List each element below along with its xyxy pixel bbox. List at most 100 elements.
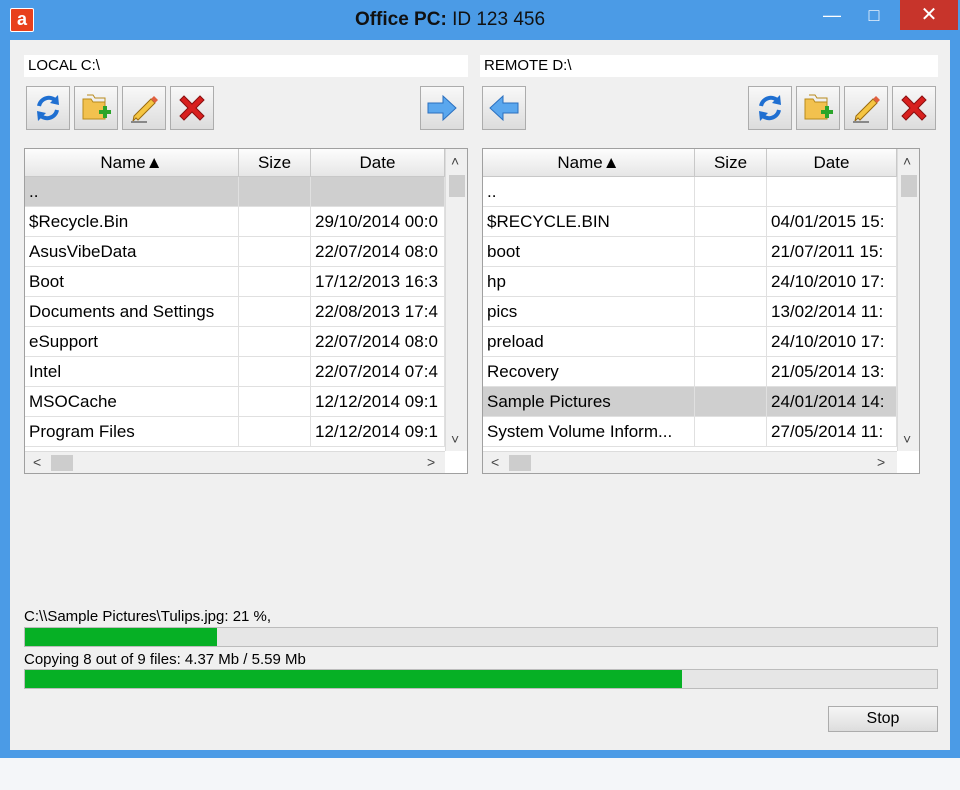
local-cell-size <box>239 237 311 267</box>
local-file-row[interactable]: $Recycle.Bin 29/10/2014 00:0 <box>25 207 445 237</box>
new-folder-icon <box>801 91 835 125</box>
scroll-up-arrow[interactable]: ˄ <box>451 153 459 169</box>
remote-file-row[interactable]: preload 24/10/2010 17: <box>483 327 897 357</box>
local-cell-date: 22/07/2014 07:4 <box>311 357 445 387</box>
remote-col-name[interactable]: Name▲ <box>483 149 695 177</box>
local-file-row[interactable]: Boot 17/12/2013 16:3 <box>25 267 445 297</box>
local-cell-name: Documents and Settings <box>25 297 239 327</box>
window-title-pc: Office PC: <box>354 9 447 30</box>
remote-cell-size <box>695 417 767 447</box>
local-file-row[interactable]: Documents and Settings 22/08/2013 17:4 <box>25 297 445 327</box>
remote-path-label: REMOTE D:\ <box>480 55 938 77</box>
remote-file-row[interactable]: boot 21/07/2011 15: <box>483 237 897 267</box>
local-vertical-scrollbar[interactable]: ˄ ˅ <box>445 149 467 451</box>
local-hscroll-thumb[interactable] <box>51 455 73 471</box>
close-window-button[interactable]: ✕ <box>900 0 958 30</box>
local-cell-size <box>239 357 311 387</box>
local-cell-size <box>239 417 311 447</box>
local-cell-date: 12/12/2014 09:1 <box>311 387 445 417</box>
remote-file-row[interactable]: .. <box>483 177 897 207</box>
total-progress-status: Copying 8 out of 9 files: 4.37 Mb / 5.59… <box>24 651 306 668</box>
local-cell-name: AsusVibeData <box>25 237 239 267</box>
remote-vscroll-thumb[interactable] <box>901 175 917 197</box>
local-col-name[interactable]: Name▲ <box>25 149 239 177</box>
local-file-row[interactable]: AsusVibeData 22/07/2014 08:0 <box>25 237 445 267</box>
scroll-left-arrow[interactable]: < <box>491 454 499 470</box>
local-file-row[interactable]: Program Files 12/12/2014 09:1 <box>25 417 445 447</box>
local-file-row[interactable]: MSOCache 12/12/2014 09:1 <box>25 387 445 417</box>
upload-button[interactable] <box>420 86 464 130</box>
remote-col-date[interactable]: Date <box>767 149 897 177</box>
remote-cell-name: preload <box>483 327 695 357</box>
remote-cell-size <box>695 207 767 237</box>
local-cell-size <box>239 267 311 297</box>
local-cell-name: Program Files <box>25 417 239 447</box>
remote-file-row[interactable]: System Volume Inform... 27/05/2014 11: <box>483 417 897 447</box>
remote-file-row[interactable]: Sample Pictures 24/01/2014 14: <box>483 387 897 417</box>
remote-cell-date <box>767 177 897 207</box>
local-new-folder-button[interactable] <box>74 86 118 130</box>
local-cell-name: Intel <box>25 357 239 387</box>
remote-delete-button[interactable] <box>892 86 936 130</box>
remote-new-folder-button[interactable] <box>796 86 840 130</box>
local-delete-button[interactable] <box>170 86 214 130</box>
total-progress-fill <box>25 670 682 688</box>
local-cell-size <box>239 297 311 327</box>
remote-cell-date: 24/01/2014 14: <box>767 387 897 417</box>
local-file-row[interactable]: Intel 22/07/2014 07:4 <box>25 357 445 387</box>
remote-cell-size <box>695 237 767 267</box>
refresh-icon <box>753 91 787 125</box>
local-file-list[interactable]: Name▲ Size Date .. $Recycle.Bin 29/10/2014… <box>24 148 468 474</box>
download-arrow-left-icon <box>487 91 521 125</box>
scroll-down-arrow[interactable]: ˅ <box>903 431 911 447</box>
rename-pencil-icon <box>127 91 161 125</box>
refresh-icon <box>31 91 65 125</box>
local-col-size[interactable]: Size <box>239 149 311 177</box>
total-progress-bar <box>24 669 938 689</box>
local-cell-name: $Recycle.Bin <box>25 207 239 237</box>
remote-file-row[interactable]: pics 13/02/2014 11: <box>483 297 897 327</box>
local-vscroll-thumb[interactable] <box>449 175 465 197</box>
local-cell-name: Boot <box>25 267 239 297</box>
remote-file-list[interactable]: Name▲ Size Date .. $RECYCLE.BIN 04/01/2015… <box>482 148 920 474</box>
app-window: a Office PC: ID 123 456 — □ ✕ LOCAL C:\ <box>0 0 960 758</box>
scroll-right-arrow[interactable]: > <box>877 454 885 470</box>
local-cell-name: MSOCache <box>25 387 239 417</box>
remote-cell-name: boot <box>483 237 695 267</box>
stop-button[interactable]: Stop <box>828 706 938 732</box>
remote-col-size[interactable]: Size <box>695 149 767 177</box>
file-progress-bar <box>24 627 938 647</box>
local-col-date[interactable]: Date <box>311 149 445 177</box>
remote-horizontal-scrollbar[interactable]: < > <box>483 451 897 473</box>
remote-refresh-button[interactable] <box>748 86 792 130</box>
maximize-button[interactable]: □ <box>856 0 892 30</box>
local-file-row[interactable]: eSupport 22/07/2014 08:0 <box>25 327 445 357</box>
local-file-row[interactable]: .. <box>25 177 445 207</box>
upload-arrow-right-icon <box>425 91 459 125</box>
local-refresh-button[interactable] <box>26 86 70 130</box>
remote-cell-size <box>695 327 767 357</box>
remote-cell-size <box>695 297 767 327</box>
remote-rename-button[interactable] <box>844 86 888 130</box>
minimize-button[interactable]: — <box>814 0 850 30</box>
local-horizontal-scrollbar[interactable]: < > <box>25 451 445 473</box>
download-button[interactable] <box>482 86 526 130</box>
remote-file-row[interactable]: hp 24/10/2010 17: <box>483 267 897 297</box>
local-rename-button[interactable] <box>122 86 166 130</box>
file-progress-fill <box>25 628 217 646</box>
remote-file-row[interactable]: $RECYCLE.BIN 04/01/2015 15: <box>483 207 897 237</box>
remote-cell-name: System Volume Inform... <box>483 417 695 447</box>
scroll-down-arrow[interactable]: ˅ <box>451 431 459 447</box>
remote-cell-size <box>695 357 767 387</box>
window-title: Office PC: ID 123 456 <box>0 9 900 31</box>
remote-cell-name: $RECYCLE.BIN <box>483 207 695 237</box>
scroll-left-arrow[interactable]: < <box>33 454 41 470</box>
scroll-right-arrow[interactable]: > <box>427 454 435 470</box>
remote-vertical-scrollbar[interactable]: ˄ ˅ <box>897 149 919 451</box>
scroll-up-arrow[interactable]: ˄ <box>903 153 911 169</box>
remote-hscroll-thumb[interactable] <box>509 455 531 471</box>
remote-cell-date: 27/05/2014 11: <box>767 417 897 447</box>
local-cell-date: 22/07/2014 08:0 <box>311 327 445 357</box>
remote-file-row[interactable]: Recovery 21/05/2014 13: <box>483 357 897 387</box>
remote-cell-date: 04/01/2015 15: <box>767 207 897 237</box>
